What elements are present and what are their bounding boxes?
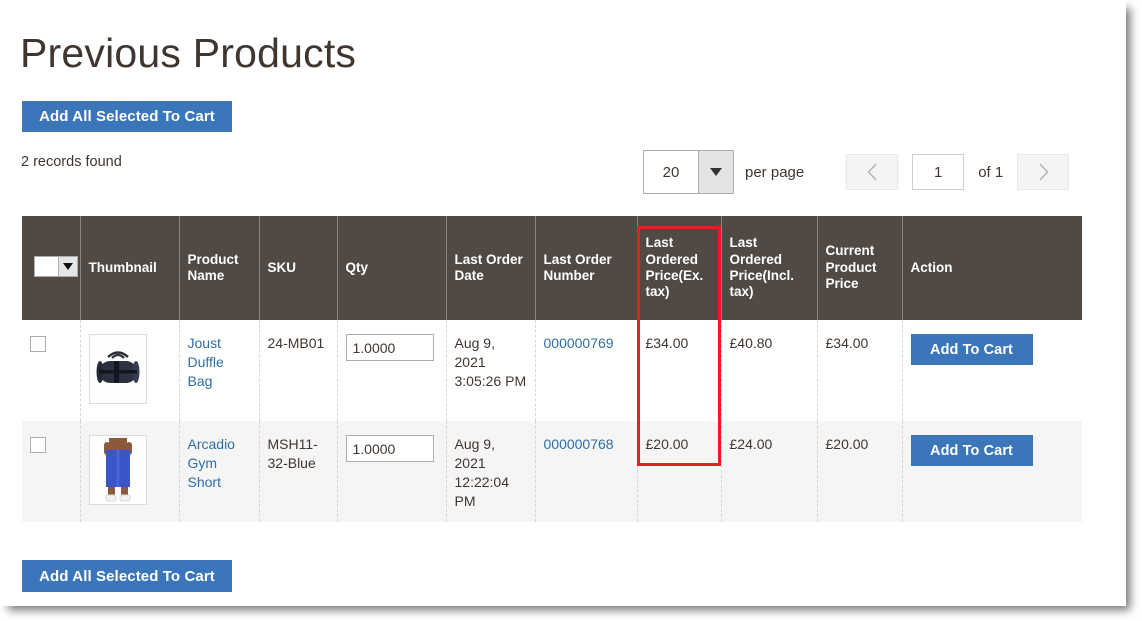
row-select-cell (22, 320, 81, 421)
per-page-value: 20 (662, 163, 680, 181)
column-header-last-ordered-price-ex-tax: Last Ordered Price(Ex. tax) (637, 216, 722, 320)
row-last-order-number-cell: 000000769 (535, 320, 638, 421)
row-thumbnail-cell (80, 320, 180, 421)
add-all-selected-to-cart-button-top[interactable]: Add All Selected To Cart (22, 101, 232, 132)
column-header-action: Action (902, 216, 1082, 320)
row-current-product-price-cell: £34.00 (817, 320, 903, 421)
table-row: Joust Duffle Bag 24-MB01 Aug 9, 2021 3:0… (22, 320, 1082, 421)
last-order-number-link[interactable]: 000000768 (544, 436, 614, 452)
column-header-last-order-number: Last Order Number (535, 216, 638, 320)
column-header-product-name: Product Name (179, 216, 260, 320)
arcadio-gym-short-thumbnail (88, 435, 147, 505)
row-last-ordered-price-ex-tax-cell: £20.00 (637, 421, 722, 522)
select-all-header (22, 216, 81, 320)
row-qty-cell (337, 320, 447, 421)
row-last-order-date-cell: Aug 9, 2021 3:05:26 PM (446, 320, 536, 421)
row-sku-cell: MSH11-32-Blue (259, 421, 338, 522)
qty-input[interactable] (345, 435, 434, 462)
select-all-checkbox[interactable] (35, 256, 58, 276)
per-page-label: per page (745, 163, 805, 181)
per-page-dropdown-toggle[interactable] (698, 151, 733, 193)
chevron-down-icon (710, 168, 722, 176)
row-action-cell: Add To Cart (902, 421, 1082, 522)
row-last-ordered-price-incl-tax-cell: £24.00 (721, 421, 818, 522)
last-order-number-link[interactable]: 000000769 (544, 335, 614, 351)
row-last-ordered-price-ex-tax-cell: £34.00 (637, 320, 722, 421)
row-checkbox[interactable] (30, 336, 46, 353)
column-header-qty: Qty (337, 216, 447, 320)
chevron-right-icon (1039, 163, 1049, 181)
grid-toolbar: 20 per page of 1 (643, 150, 1070, 194)
select-all-toggle[interactable] (58, 256, 77, 276)
row-product-name-cell: Arcadio Gym Short (179, 421, 260, 522)
select-all-dropdown[interactable] (34, 255, 78, 277)
per-page-select[interactable]: 20 (643, 150, 734, 194)
add-to-cart-button[interactable]: Add To Cart (910, 435, 1033, 466)
row-sku-cell: 24-MB01 (259, 320, 338, 421)
row-last-order-number-cell: 000000768 (535, 421, 638, 522)
row-select-cell (22, 421, 81, 522)
product-name-link[interactable]: Joust Duffle Bag (188, 335, 224, 389)
row-action-cell: Add To Cart (902, 320, 1082, 421)
row-last-order-date-cell: Aug 9, 2021 12:22:04 PM (446, 421, 536, 522)
row-checkbox[interactable] (30, 437, 46, 454)
row-current-product-price-cell: £20.00 (817, 421, 903, 522)
previous-page-button[interactable] (846, 154, 899, 190)
page-canvas: Previous Products Add All Selected To Ca… (0, 0, 1126, 606)
table-header-row: Thumbnail Product Name SKU Qty Last Orde… (22, 216, 1082, 320)
product-name-link[interactable]: Arcadio Gym Short (188, 436, 235, 490)
pager: of 1 (846, 154, 1070, 190)
row-last-ordered-price-incl-tax-cell: £40.80 (721, 320, 818, 421)
row-thumbnail-cell (80, 421, 180, 522)
column-header-sku: SKU (259, 216, 338, 320)
qty-input[interactable] (345, 334, 434, 361)
column-header-last-order-date: Last Order Date (446, 216, 536, 320)
row-product-name-cell: Joust Duffle Bag (179, 320, 260, 421)
page-title: Previous Products (20, 30, 357, 77)
add-to-cart-button[interactable]: Add To Cart (910, 334, 1033, 365)
row-qty-cell (337, 421, 447, 522)
screenshot-root: Previous Products Add All Selected To Ca… (0, 0, 1142, 621)
add-all-selected-to-cart-button-bottom[interactable]: Add All Selected To Cart (22, 560, 232, 592)
joust-duffle-bag-thumbnail (88, 334, 147, 404)
current-page-input[interactable] (912, 154, 965, 190)
page-total-label: of 1 (978, 163, 1004, 181)
caret-down-icon (63, 262, 73, 270)
table-row: Arcadio Gym Short MSH11-32-Blue Aug 9, 2… (22, 421, 1082, 522)
next-page-button[interactable] (1017, 154, 1070, 190)
column-header-last-ordered-price-incl-tax: Last Ordered Price(Incl. tax) (721, 216, 818, 320)
column-header-current-product-price: Current Product Price (817, 216, 903, 320)
records-found-label: 2 records found (21, 154, 122, 170)
previous-products-table: Thumbnail Product Name SKU Qty Last Orde… (22, 216, 1082, 522)
column-header-thumbnail: Thumbnail (80, 216, 180, 320)
chevron-left-icon (867, 163, 877, 181)
